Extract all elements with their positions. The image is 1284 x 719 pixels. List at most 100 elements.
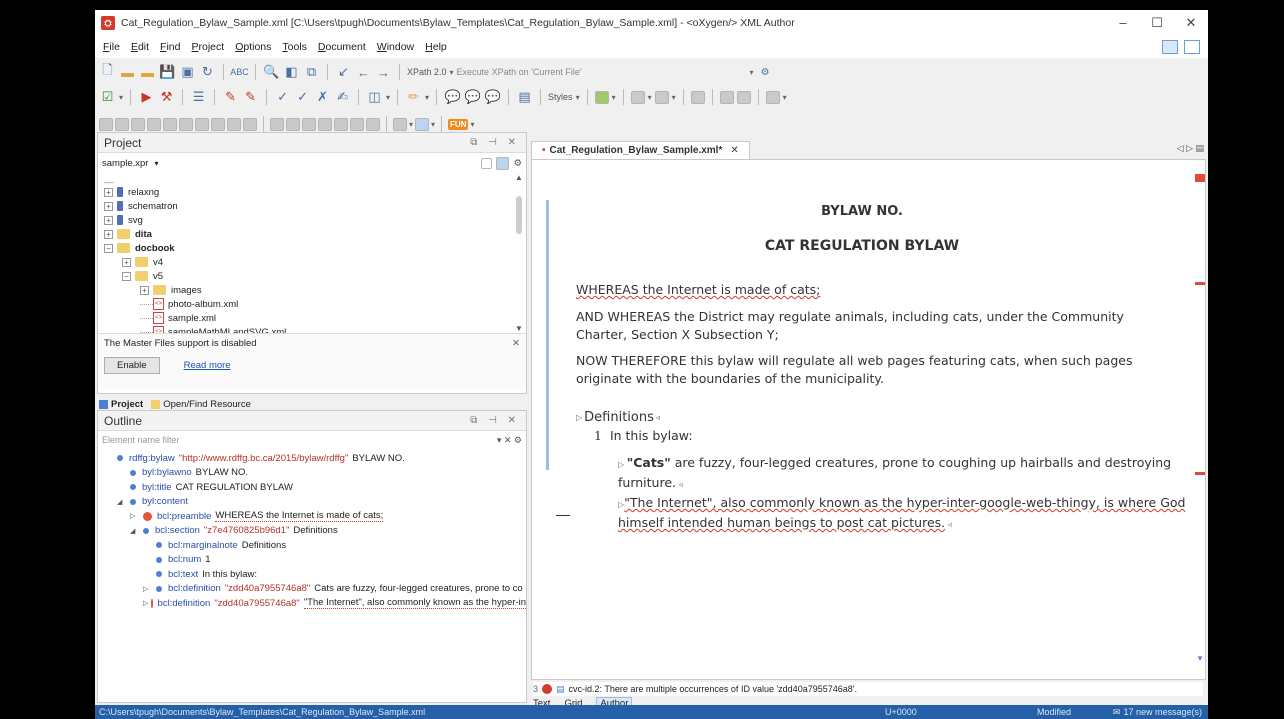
error-marker[interactable]	[1195, 174, 1205, 182]
copy-icon[interactable]: ⧉	[303, 64, 320, 81]
find-icon[interactable]: 🔍	[263, 64, 280, 81]
review-icon[interactable]: ✓	[274, 89, 291, 106]
project-settings-icon[interactable]: ⚙	[513, 158, 522, 169]
framework-action-icon[interactable]	[211, 117, 225, 131]
error-marker[interactable]	[1195, 472, 1205, 475]
table-col-icon[interactable]	[302, 117, 316, 131]
spellcheck-icon[interactable]: ABC	[230, 64, 249, 81]
collapse-definition-icon[interactable]: ▷	[618, 460, 627, 469]
open-folder-icon[interactable]: ▬	[119, 64, 136, 81]
outline-node[interactable]: byl:bylawno BYLAW NO.	[104, 466, 526, 481]
close-notice-icon[interactable]: ✕	[512, 338, 520, 349]
outline-node[interactable]: bcl:marginalnote Definitions	[104, 538, 526, 553]
outline-node[interactable]: ◢ byl:content	[104, 495, 526, 510]
preview-icon[interactable]	[719, 90, 734, 104]
collapse-section-icon[interactable]: ▷	[576, 413, 582, 422]
preamble-paragraph[interactable]: WHEREAS the Internet is made of cats;	[576, 282, 820, 297]
tab-project[interactable]: Project	[99, 399, 143, 410]
framework-action-icon[interactable]	[179, 117, 193, 131]
filter-icon[interactable]	[654, 90, 669, 104]
read-more-link[interactable]: Read more	[184, 360, 231, 371]
validate-icon[interactable]: ☑	[99, 89, 116, 106]
new-file-icon[interactable]: 🗋	[99, 62, 116, 81]
reload-icon[interactable]: ↻	[199, 64, 216, 81]
expand-icon[interactable]: +	[122, 257, 131, 267]
project-tree-item[interactable]: + relaxng	[104, 185, 526, 199]
menu-help[interactable]: Help	[425, 41, 447, 53]
maximize-button[interactable]: ☐	[1140, 10, 1174, 36]
undo-edit-icon[interactable]: ↙	[335, 64, 352, 81]
split-cells-icon[interactable]	[415, 117, 430, 131]
project-tree-item[interactable]: + dita	[104, 227, 526, 241]
project-tree-item[interactable]: <> photo-album.xml	[104, 297, 526, 311]
editor-scrollbar[interactable]: ▾	[1195, 174, 1205, 664]
manage-reviews-icon[interactable]: ▤	[516, 89, 533, 106]
minimize-button[interactable]: –	[1106, 10, 1140, 36]
menu-options[interactable]: Options	[235, 41, 271, 53]
link-with-editor-icon[interactable]	[496, 156, 510, 170]
scroll-thumb[interactable]	[516, 196, 522, 234]
framework-action-icon[interactable]	[147, 117, 161, 131]
outline-node[interactable]: bcl:num 1	[104, 553, 526, 568]
toggle-node-icon[interactable]: ◢	[130, 527, 140, 535]
toggle-node-icon[interactable]: ◢	[117, 498, 127, 506]
move-right-icon[interactable]	[366, 117, 380, 131]
open-url-icon[interactable]: ▬	[139, 64, 156, 81]
problems-list-icon[interactable]: ▤	[556, 684, 565, 695]
collapse-icon[interactable]: −	[104, 243, 113, 253]
format-indent-icon[interactable]: ☰	[190, 89, 207, 106]
problem-count[interactable]: 3	[533, 684, 538, 694]
therefore-paragraph[interactable]: NOW THEREFORE this bylaw will regulate a…	[576, 352, 1156, 388]
close-window-button[interactable]: ✕	[1174, 10, 1208, 36]
project-tree-item[interactable]: + svg	[104, 213, 526, 227]
edit-comment-icon[interactable]: 💬	[464, 89, 481, 106]
back-icon[interactable]: ←	[355, 64, 372, 81]
status-messages[interactable]: ✉ 17 new message(s)	[1113, 707, 1202, 718]
outline-node[interactable]: bcl:text In this bylaw:	[104, 567, 526, 582]
find-in-files-icon[interactable]: ◧	[283, 64, 300, 81]
outline-node[interactable]: rdffg:bylaw "http://www.rdffg.bc.ca/2015/…	[104, 451, 526, 466]
editor-tab[interactable]: • Cat_Regulation_Bylaw_Sample.xml* ✕	[531, 141, 750, 159]
menu-edit[interactable]: Edit	[131, 41, 149, 53]
menu-project[interactable]: Project	[191, 41, 224, 53]
styles-menu[interactable]: Styles	[548, 92, 573, 102]
framework-action-icon[interactable]	[131, 117, 145, 131]
outline-node[interactable]: byl:title CAT REGULATION BYLAW	[104, 480, 526, 495]
definition-cats[interactable]: ▷ "Cats" are fuzzy, four-legged creature…	[618, 454, 1178, 494]
error-marker[interactable]	[1195, 282, 1205, 285]
move-up-icon[interactable]	[318, 117, 332, 131]
toggle-node-icon[interactable]: ▷	[143, 585, 153, 593]
expand-icon[interactable]: +	[104, 229, 113, 239]
table-row-icon[interactable]	[286, 117, 300, 131]
framework-action-icon[interactable]	[227, 117, 241, 131]
reject-all-icon[interactable]: ✗	[314, 89, 331, 106]
accept-change-icon[interactable]: ✎	[242, 89, 259, 106]
menu-document[interactable]: Document	[318, 41, 366, 53]
project-tree-item[interactable]: <> sample.xml	[104, 311, 526, 325]
insert-definition-icon[interactable]	[630, 90, 645, 104]
section-text[interactable]: 1 In this bylaw:	[594, 428, 693, 443]
expand-icon[interactable]: +	[104, 201, 113, 211]
table-icon[interactable]	[270, 117, 284, 131]
move-down-icon[interactable]	[334, 117, 348, 131]
add-comment-icon[interactable]: 💬	[444, 89, 461, 106]
xpath-version-select[interactable]: XPath 2.0	[407, 67, 447, 77]
accept-all-icon[interactable]: ✓	[294, 89, 311, 106]
fun-button[interactable]: FUN	[448, 118, 469, 130]
close-tab-icon[interactable]: ✕	[730, 145, 738, 156]
enable-master-files-button[interactable]: Enable	[104, 357, 160, 374]
expand-icon[interactable]: +	[104, 187, 113, 197]
xpath-settings-icon[interactable]: ⚙	[757, 64, 774, 81]
framework-action-icon[interactable]	[163, 117, 177, 131]
toggle-node-icon[interactable]: ▷	[143, 599, 148, 607]
join-cells-icon[interactable]	[393, 117, 407, 131]
tab-scroll-controls[interactable]: ◁ ▷ ▤	[1177, 143, 1204, 154]
problem-message[interactable]: cvc-id.2: There are multiple occurrences…	[569, 684, 857, 694]
scroll-down-icon[interactable]: ▾	[1195, 653, 1205, 664]
expand-icon[interactable]: +	[104, 215, 113, 225]
element-filter-input[interactable]: Element name filter	[102, 435, 180, 445]
remove-comment-icon[interactable]: 💬	[484, 89, 501, 106]
outline-node[interactable]: ▷ bcl:preamble WHEREAS the Internet is mad…	[104, 509, 526, 524]
configure-transform-icon[interactable]: ⚒	[158, 89, 175, 106]
project-tree-item[interactable]: <> sampleMathMLandSVG.xml	[104, 325, 526, 333]
